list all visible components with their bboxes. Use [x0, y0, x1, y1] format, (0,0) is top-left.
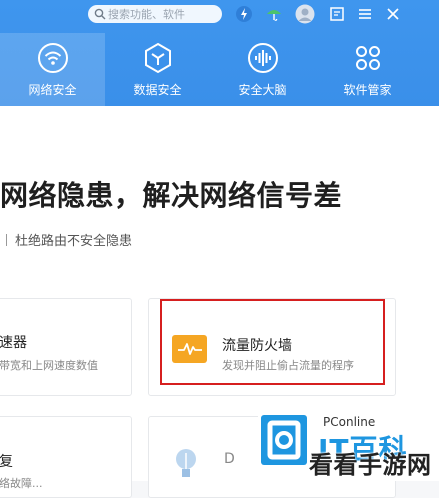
pconline-logo — [261, 415, 307, 465]
speedup-card[interactable]: 速器 带宽和上网速度数值 — [0, 298, 132, 396]
tab-label: 数据安全 — [133, 83, 182, 97]
search-icon — [92, 5, 108, 23]
tab-label: 安全大脑 — [238, 83, 287, 97]
page-subtitle: 杜绝路由不安全隐患 — [6, 230, 132, 249]
wifi-icon — [36, 41, 70, 75]
card-title: 复 — [0, 454, 13, 470]
tab-label: 网络安全 — [28, 83, 77, 97]
avatar[interactable] — [295, 4, 315, 24]
card-desc: 带宽和上网速度数值 — [0, 359, 98, 372]
tab-security-brain[interactable]: 安全大脑 — [210, 33, 315, 106]
card-desc: 络故障... — [0, 477, 43, 490]
watermark-brand: PConline — [323, 415, 376, 429]
search-box[interactable]: 搜索功能、软件 — [88, 5, 222, 23]
app-header: 搜索功能、软件 网络安全 数据安全 安全大脑 软件管家 — [0, 0, 439, 106]
lightbulb-icon — [171, 447, 201, 481]
brain-wave-icon — [246, 41, 280, 75]
card-title: D — [224, 451, 235, 467]
search-input[interactable]: 搜索功能、软件 — [108, 6, 185, 22]
apps-icon — [351, 41, 385, 75]
close-icon[interactable] — [383, 4, 403, 24]
skin-icon[interactable] — [264, 4, 284, 24]
divider — [6, 234, 7, 246]
repair-card[interactable]: 复 络故障... — [0, 416, 132, 498]
menu-icon[interactable] — [355, 4, 375, 24]
cube-shield-icon — [141, 41, 175, 75]
tab-software-manager[interactable]: 软件管家 — [315, 33, 420, 106]
watermark-site: 看看手游网 — [309, 451, 432, 479]
tab-data-security[interactable]: 数据安全 — [105, 33, 210, 106]
title-bar: 搜索功能、软件 — [0, 0, 439, 30]
feedback-icon[interactable] — [327, 4, 347, 24]
tab-network-security[interactable]: 网络安全 — [0, 33, 105, 106]
tab-label: 软件管家 — [343, 83, 392, 97]
subtitle-text: 杜绝路由不安全隐患 — [15, 234, 133, 249]
lightning-icon[interactable] — [234, 4, 254, 24]
highlight-box — [160, 299, 385, 385]
card-title: 速器 — [0, 335, 27, 351]
main-nav: 网络安全 数据安全 安全大脑 软件管家 — [0, 33, 439, 106]
page-title: 网络隐患，解决网络信号差 — [0, 179, 343, 212]
